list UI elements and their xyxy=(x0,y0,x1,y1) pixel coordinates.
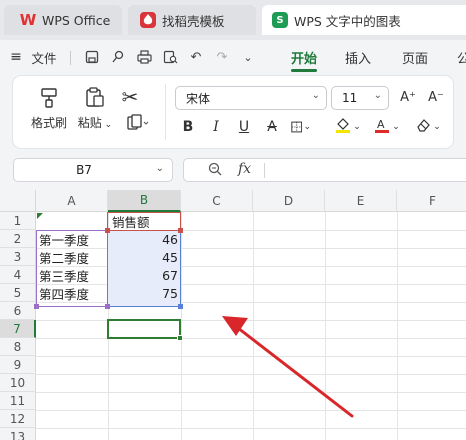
tab-daoke-template[interactable]: 找稻壳模板 xyxy=(128,5,256,35)
shrink-font-button[interactable]: A⁻ xyxy=(425,86,447,108)
tab-label: WPS 文字中的图表 xyxy=(294,13,401,29)
paste-label: 粘贴 ⌄ xyxy=(77,116,113,130)
tab-insert[interactable]: 插入 xyxy=(345,46,371,68)
share-link-icon[interactable] xyxy=(108,46,128,68)
cut-button[interactable]: ✂ xyxy=(119,86,141,110)
font-color-icon: A xyxy=(374,117,390,137)
tab-home[interactable]: 开始 xyxy=(291,46,317,68)
print-preview-icon[interactable] xyxy=(160,46,180,68)
chevron-down-icon: ⌄ xyxy=(311,90,320,101)
scissors-icon: ✂ xyxy=(121,85,139,109)
print-icon[interactable] xyxy=(134,46,154,68)
undo-icon[interactable]: ↶ xyxy=(186,46,206,68)
underline-button[interactable]: U xyxy=(235,116,253,138)
formula-bar: B7 ⌄ fx xyxy=(0,150,466,190)
strikethrough-button[interactable]: A xyxy=(263,116,281,138)
chevron-down-icon: ⌄ xyxy=(155,163,164,174)
name-box[interactable]: B7 ⌄ xyxy=(13,158,173,182)
paint-bucket-icon xyxy=(335,117,351,137)
grow-font-button[interactable]: A⁺ xyxy=(397,86,419,108)
save-icon[interactable] xyxy=(82,46,102,68)
zoom-magnifier-icon[interactable] xyxy=(208,162,222,180)
svg-text:A: A xyxy=(377,118,385,131)
formula-input[interactable]: fx xyxy=(183,158,466,182)
tab-page[interactable]: 页面 xyxy=(402,46,428,68)
bold-button[interactable]: B xyxy=(179,116,197,138)
borders-icon[interactable]: ⌄ xyxy=(291,116,311,138)
divider xyxy=(70,51,71,65)
paste-button[interactable]: 粘贴 ⌄ xyxy=(75,86,115,131)
format-painter-label: 格式刷 xyxy=(30,116,67,130)
spreadsheet-s-icon: S xyxy=(272,12,288,28)
font-color-button[interactable]: A ⌄ xyxy=(371,116,403,138)
ribbon-divider xyxy=(165,84,166,140)
fill-color-button[interactable]: ⌄ xyxy=(331,116,365,138)
clipboard-icon xyxy=(84,86,106,110)
clear-format-button[interactable]: ⌄ xyxy=(411,116,445,138)
file-menu[interactable]: 文件 xyxy=(28,46,60,68)
tab-current-document[interactable]: S WPS 文字中的图表 xyxy=(262,5,466,35)
ribbon-home: 格式刷 粘贴 ⌄ ✂ 宋体 ⌄ 11 ⌄ A⁺ A⁻ B I U A ⌄ ⌄ A… xyxy=(13,76,453,148)
font-size-select[interactable]: 11 ⌄ xyxy=(331,86,389,110)
cell-reference: B7 xyxy=(76,163,92,177)
chevron-down-icon: ⌄ xyxy=(373,90,382,101)
eraser-icon xyxy=(415,117,431,137)
wps-logo-icon: W xyxy=(19,11,37,29)
copy-icon xyxy=(126,114,150,138)
format-painter-button[interactable]: 格式刷 xyxy=(27,86,71,131)
paste-text: 粘贴 xyxy=(77,116,102,130)
copy-button[interactable] xyxy=(121,114,155,138)
tab-label: WPS Office xyxy=(42,12,111,28)
daoke-template-icon xyxy=(140,12,156,28)
chevron-down-icon[interactable]: ⌄ xyxy=(238,46,258,68)
tab-formula[interactable]: 公 xyxy=(457,46,466,68)
font-size-value: 11 xyxy=(342,91,358,105)
menu-bar: ≡ 文件 ↶ ↷ ⌄ 开始 插入 页面 公 xyxy=(0,40,466,74)
function-icon[interactable]: fx xyxy=(238,161,251,177)
active-tab-indicator xyxy=(291,69,317,72)
font-name-value: 宋体 xyxy=(186,91,211,106)
spreadsheet-grid[interactable]: A B C D E F 1 2 3 4 5 6 7 8 9 10 11 12 1… xyxy=(0,190,466,440)
italic-button[interactable]: I xyxy=(207,116,225,138)
tab-label: 找稻壳模板 xyxy=(162,13,225,29)
tab-bar: W WPS Office 找稻壳模板 S WPS 文字中的图表 xyxy=(0,0,466,40)
paintbrush-icon xyxy=(38,86,60,110)
redo-icon[interactable]: ↷ xyxy=(212,46,232,68)
hamburger-menu-icon[interactable]: ≡ xyxy=(8,46,24,68)
tab-wps-office[interactable]: W WPS Office xyxy=(4,5,122,35)
annotation-arrow xyxy=(222,316,354,418)
divider xyxy=(264,163,265,178)
font-name-select[interactable]: 宋体 ⌄ xyxy=(175,86,327,110)
